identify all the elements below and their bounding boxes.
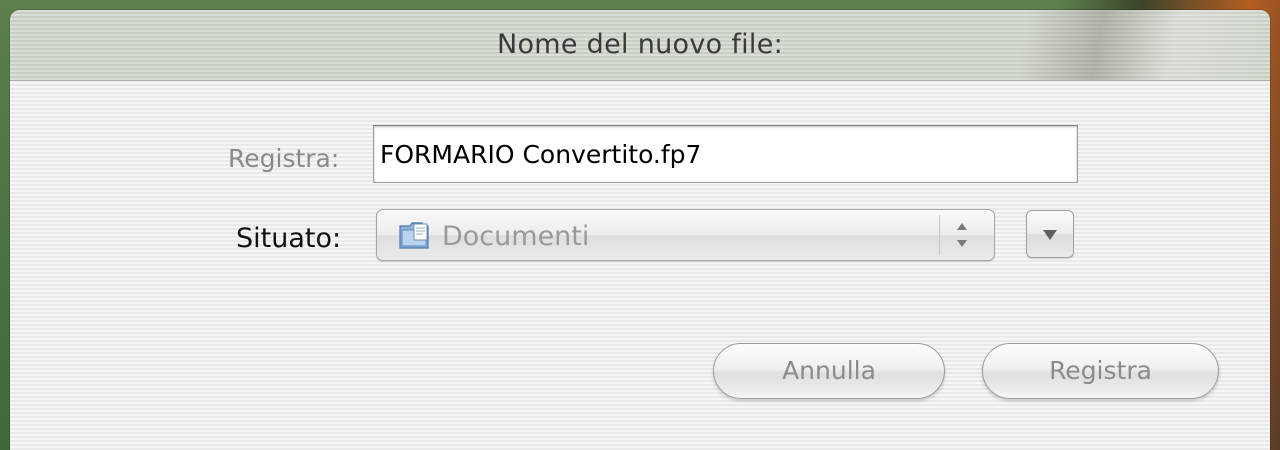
dialog-title-bar: Nome del nuovo file: <box>10 10 1270 81</box>
save-button[interactable]: Registra <box>982 343 1219 399</box>
documents-folder-icon <box>399 222 429 249</box>
dialog-title: Nome del nuovo file: <box>496 29 784 60</box>
expand-browser-button[interactable] <box>1026 210 1074 258</box>
filename-input[interactable] <box>373 125 1078 183</box>
location-label: Situato: <box>236 223 342 254</box>
disclosure-down-icon <box>1043 230 1057 240</box>
up-down-arrows-icon <box>957 223 967 247</box>
cancel-button[interactable]: Annulla <box>713 343 945 399</box>
popup-divider <box>939 215 940 255</box>
save-dialog-sheet: Nome del nuovo file: Registra: Situato: … <box>10 10 1270 450</box>
location-popup-value: Documenti <box>442 221 590 252</box>
save-as-label: Registra: <box>228 144 340 173</box>
